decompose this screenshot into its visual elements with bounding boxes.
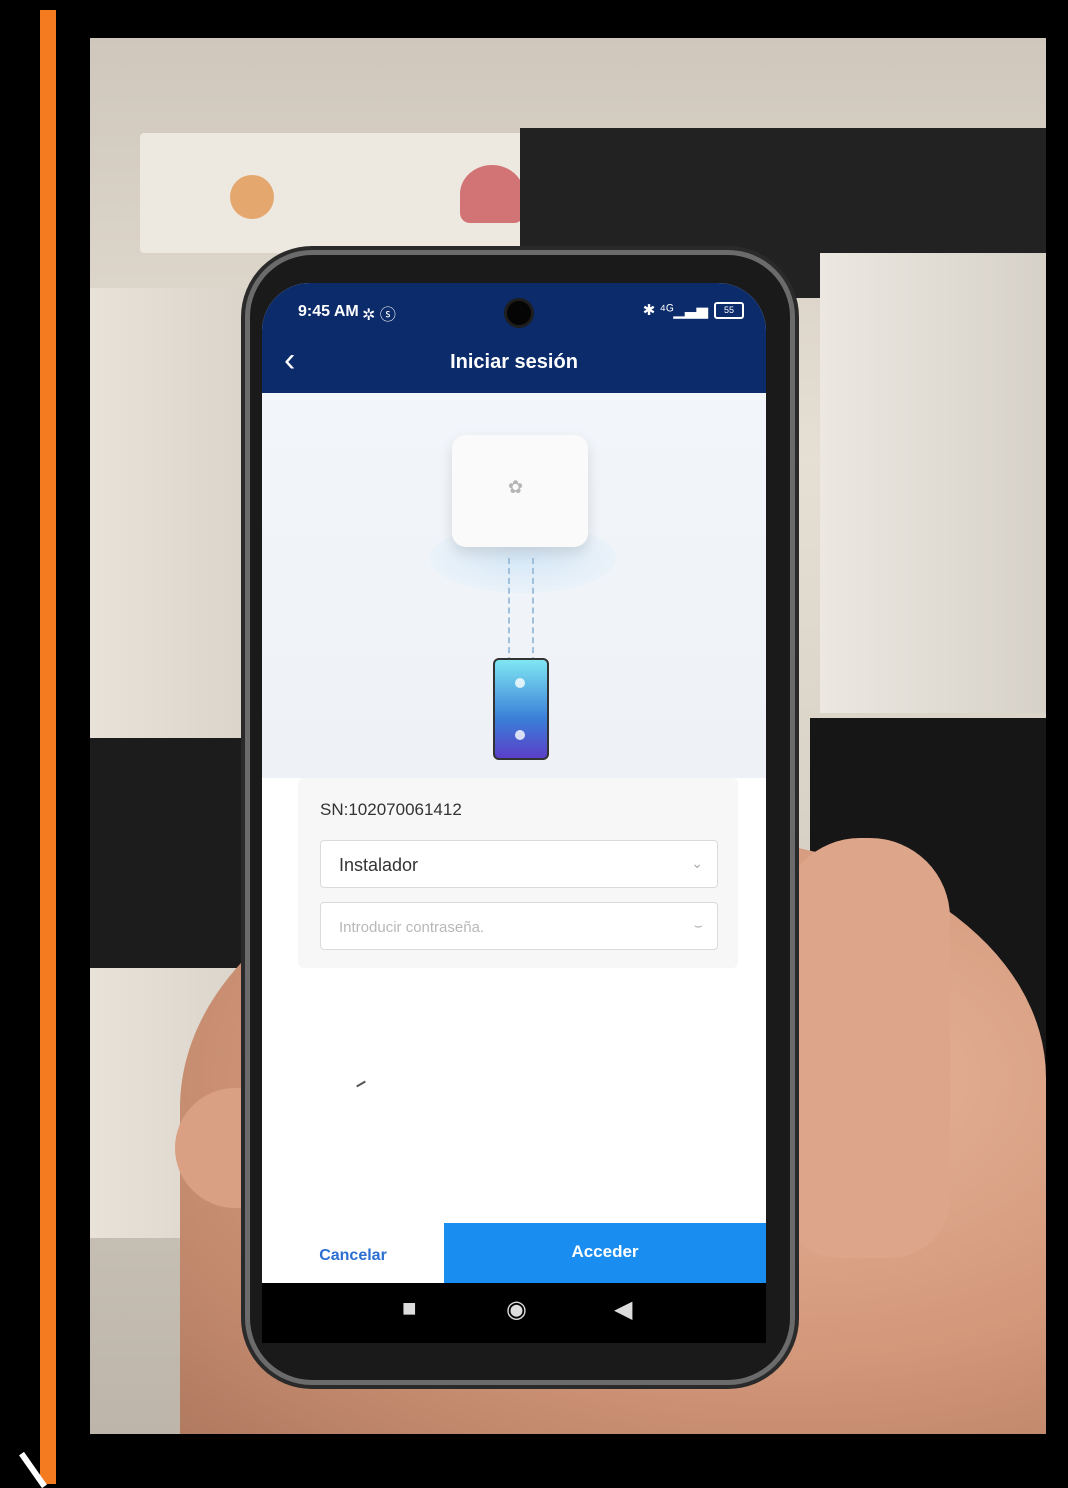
screen-mark bbox=[356, 1080, 366, 1088]
huawei-logo-icon bbox=[460, 165, 524, 223]
home-circle-icon[interactable]: ◉ bbox=[506, 1295, 527, 1324]
photo-frame: 9:45 AM ✲ ⓢ ✱ ⁴ᴳ▁▃▅ 55 ‹ Iniciar sesión … bbox=[0, 0, 1068, 1488]
cancel-button[interactable]: Cancelar bbox=[262, 1228, 444, 1283]
user-type-select[interactable]: Instalador ⌄ bbox=[320, 840, 718, 888]
thumb bbox=[780, 838, 950, 1258]
phone-illustration-icon bbox=[493, 658, 549, 760]
user-type-value: Instalador bbox=[339, 855, 419, 875]
app-header: ‹ Iniciar sesión bbox=[262, 333, 766, 393]
password-input[interactable] bbox=[337, 913, 661, 941]
phone-screen: 9:45 AM ✲ ⓢ ✱ ⁴ᴳ▁▃▅ 55 ‹ Iniciar sesión … bbox=[262, 283, 766, 1283]
signal-icon: ✱ ⁴ᴳ▁▃▅ bbox=[642, 302, 708, 319]
eye-closed-icon[interactable]: ⌣ bbox=[694, 917, 703, 934]
screen-dot-icon bbox=[515, 730, 525, 740]
wall-sign bbox=[140, 133, 535, 253]
front-camera bbox=[507, 301, 531, 325]
battery-icon: 55 bbox=[714, 301, 744, 319]
serial-number: SN:102070061412 bbox=[320, 800, 462, 819]
access-button[interactable]: Acceder bbox=[444, 1223, 766, 1283]
screen-dot-icon bbox=[515, 678, 525, 688]
login-form: SN:102070061412 Instalador ⌄ ⌣ bbox=[298, 778, 738, 968]
orange-accent-bar bbox=[40, 10, 56, 1484]
status-notification-icons: ✲ ⓢ bbox=[362, 307, 396, 324]
dongle-device-icon: ✿ bbox=[452, 435, 588, 547]
chevron-down-icon[interactable]: ⌄ bbox=[691, 855, 703, 872]
status-time: 9:45 AM bbox=[298, 303, 359, 320]
connection-beam bbox=[508, 558, 510, 673]
status-bar: 9:45 AM ✲ ⓢ ✱ ⁴ᴳ▁▃▅ 55 bbox=[262, 283, 766, 333]
connection-illustration: ✿ bbox=[262, 393, 766, 778]
page-title: Iniciar sesión bbox=[450, 351, 578, 373]
status-right-icons: ✱ ⁴ᴳ▁▃▅ 55 bbox=[643, 301, 744, 319]
connection-beam bbox=[532, 558, 534, 673]
password-field[interactable]: ⌣ bbox=[320, 902, 718, 950]
android-nav-bar: ■ ◉ ◀ bbox=[262, 1283, 766, 1343]
huawei-logo-icon: ✿ bbox=[508, 477, 524, 497]
back-triangle-icon[interactable]: ◀ bbox=[614, 1295, 632, 1324]
inverter-right bbox=[820, 253, 1046, 713]
sign-logo-icon bbox=[230, 175, 274, 219]
recents-square-icon[interactable]: ■ bbox=[402, 1295, 417, 1323]
